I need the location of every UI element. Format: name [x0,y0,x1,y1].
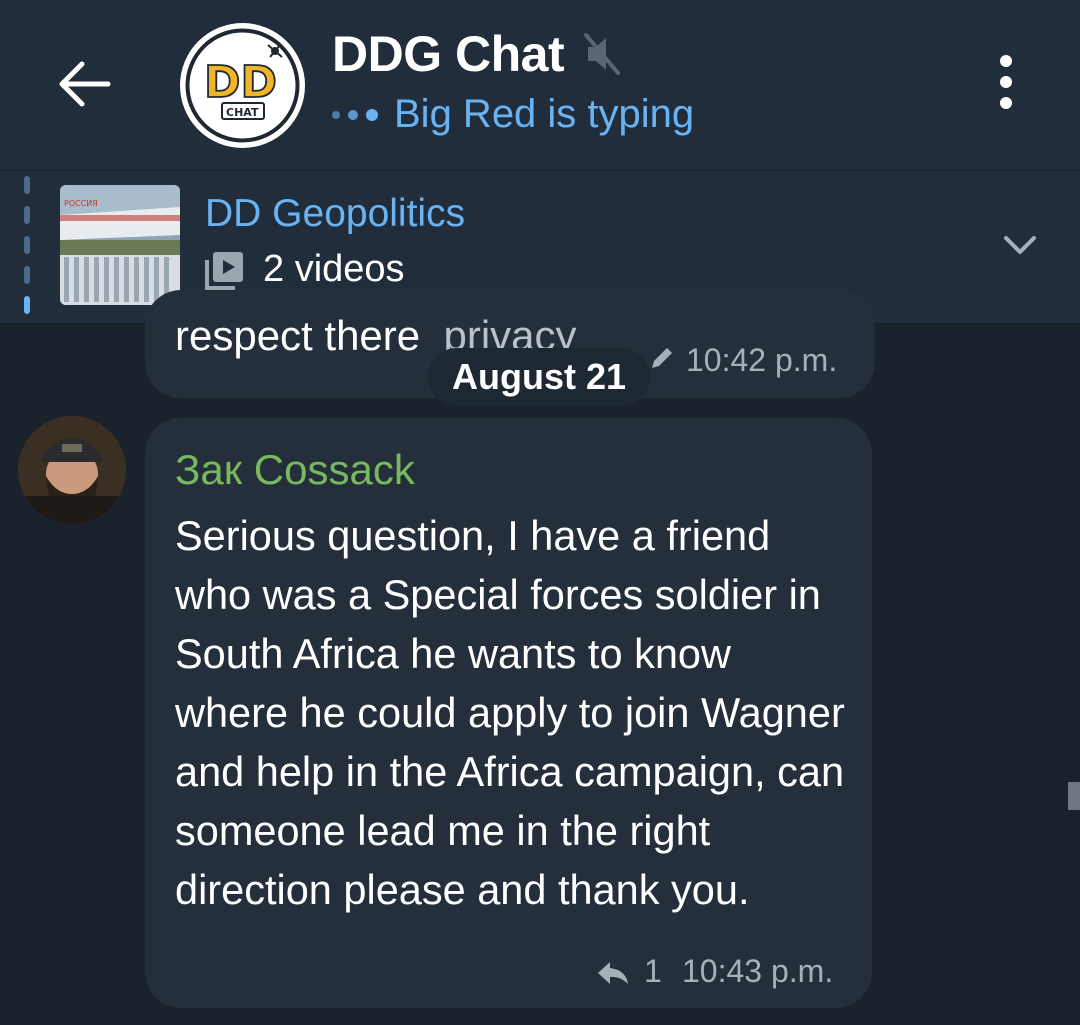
more-vertical-icon[interactable] [988,55,1024,115]
video-gallery-icon [205,251,243,290]
message-text: Serious question, I have a friend who wa… [175,512,845,913]
edited-pencil-icon [652,348,672,368]
pinned-title: DD Geopolitics [205,192,466,235]
back-arrow-icon[interactable] [52,52,116,116]
typing-text: Big Red is typing [394,92,695,136]
typing-status: Big Red is typing [332,92,694,137]
avatar-logo-subtext: CHAT [226,106,259,119]
reply-count[interactable]: 1 [644,953,662,990]
thumb-label: РОССИЯ [64,199,98,208]
reply-arrow-icon[interactable] [596,958,630,988]
message-text-main: respect there [175,312,421,359]
scrollbar-thumb[interactable] [1068,782,1080,810]
chat-title: DDG Chat [332,26,565,82]
message-time: 10:42 p.m. [686,342,838,378]
pinned-subtitle-text: 2 videos [263,248,405,290]
avatar-logo-text: DD [204,57,277,108]
message-time: 10:43 p.m. [682,953,834,989]
chat-avatar[interactable]: DD CHAT [180,23,305,148]
ddg-logo: DD CHAT [185,28,300,143]
avatar[interactable] [18,416,126,524]
pinned-thumbnail: РОССИЯ [60,185,180,305]
pinned-subtitle: 2 videos [205,248,405,291]
date-separator-text: August 21 [452,356,627,397]
chevron-down-icon[interactable] [1000,230,1040,260]
typing-dots-icon [332,108,378,121]
chat-title-row[interactable]: DDG Chat [332,24,622,84]
pinned-indicator [24,176,32,326]
sender-name[interactable]: Зак Cossack [175,446,415,494]
muted-speaker-icon [584,33,621,75]
